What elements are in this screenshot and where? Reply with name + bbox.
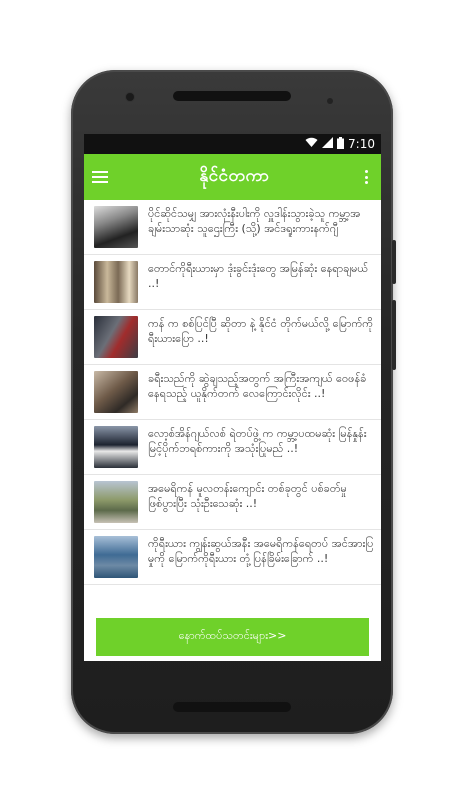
news-item[interactable]: ပိုင်ဆိုင်သမျှ အားလုံးနီးပါးကို လှူဒါန်း… [84, 200, 381, 255]
news-list: ပိုင်ဆိုင်သမျှ အားလုံးနီးပါးကို လှူဒါန်း… [84, 200, 381, 585]
school-thumbnail [94, 481, 138, 523]
navy-ship-thumbnail [94, 536, 138, 578]
news-item[interactable]: အမေရိကန် မူလတန်းကျောင်း တစ်ခုတွင် ပစ်ခတ်… [84, 475, 381, 530]
app-screen: 7:10 နိုင်ငံတကာ ပိုင်ဆိုင်သမျှ အားလုံးနီ… [84, 134, 381, 661]
wifi-icon [305, 137, 318, 151]
status-time: 7:10 [348, 137, 375, 151]
bottom-speaker [173, 702, 291, 712]
police-car-thumbnail [94, 426, 138, 468]
news-item[interactable]: ကိုရီးယား ကျွန်းဆွယ်အနီး အမေရိကန်ရေတပ် အ… [84, 530, 381, 585]
news-headline: အမေရိကန် မူလတန်းကျောင်း တစ်ခုတွင် ပစ်ခတ်… [148, 482, 347, 510]
news-headline: ခရီးသည်ကို ဆွဲချသည့်အတွက် အကြီးအကျယ် ဝေဖ… [148, 372, 367, 400]
news-headline: လော့စ်အိန်ဂျယ်လစ် ရဲတပ်ဖွဲ့ က ကမ္ဘာ့ပထမဆ… [148, 427, 367, 455]
news-item[interactable]: ခရီးသည်ကို ဆွဲချသည့်အတွက် အကြီးအကျယ် ဝေဖ… [84, 365, 381, 420]
proximity-sensor [327, 98, 333, 104]
news-headline: ကန် က စစ်ပြင်ပြီ ဆိုတာ နဲ့ နိုင်ငံ တိုက်… [148, 317, 373, 345]
military-thumbnail [94, 316, 138, 358]
power-button [392, 240, 396, 284]
volume-button [392, 300, 396, 370]
app-bar: နိုင်ငံတကာ [84, 154, 381, 200]
hamburger-menu-icon[interactable] [92, 171, 108, 183]
portrait-thumbnail [94, 206, 138, 248]
earpiece-speaker [173, 91, 291, 101]
plane-cabin-thumbnail [94, 371, 138, 413]
news-item[interactable]: လော့စ်အိန်ဂျယ်လစ် ရဲတပ်ဖွဲ့ က ကမ္ဘာ့ပထမဆ… [84, 420, 381, 475]
page-title: နိုင်ငံတကာ [199, 165, 270, 186]
missile-thumbnail [94, 261, 138, 303]
more-news-button[interactable]: နောက်ထပ်သတင်းများ>> [96, 618, 369, 656]
signal-icon [322, 137, 334, 151]
news-item[interactable]: ကန် က စစ်ပြင်ပြီ ဆိုတာ နဲ့ နိုင်ငံ တိုက်… [84, 310, 381, 365]
news-headline: တောင်ကိုရီးယားမှာ ဒုံးခွင်းဒုံးတွေ အမြန်… [148, 262, 369, 290]
news-headline: ပိုင်ဆိုင်သမျှ အားလုံးနီးပါးကို လှူဒါန်း… [148, 207, 361, 235]
status-bar: 7:10 [84, 134, 381, 154]
overflow-menu-icon[interactable] [361, 170, 373, 184]
battery-icon [337, 136, 345, 152]
front-camera [126, 93, 134, 101]
news-headline: ကိုရီးယား ကျွန်းဆွယ်အနီး အမေရိကန်ရေတပ် အ… [148, 537, 374, 565]
news-item[interactable]: တောင်ကိုရီးယားမှာ ဒုံးခွင်းဒုံးတွေ အမြန်… [84, 255, 381, 310]
